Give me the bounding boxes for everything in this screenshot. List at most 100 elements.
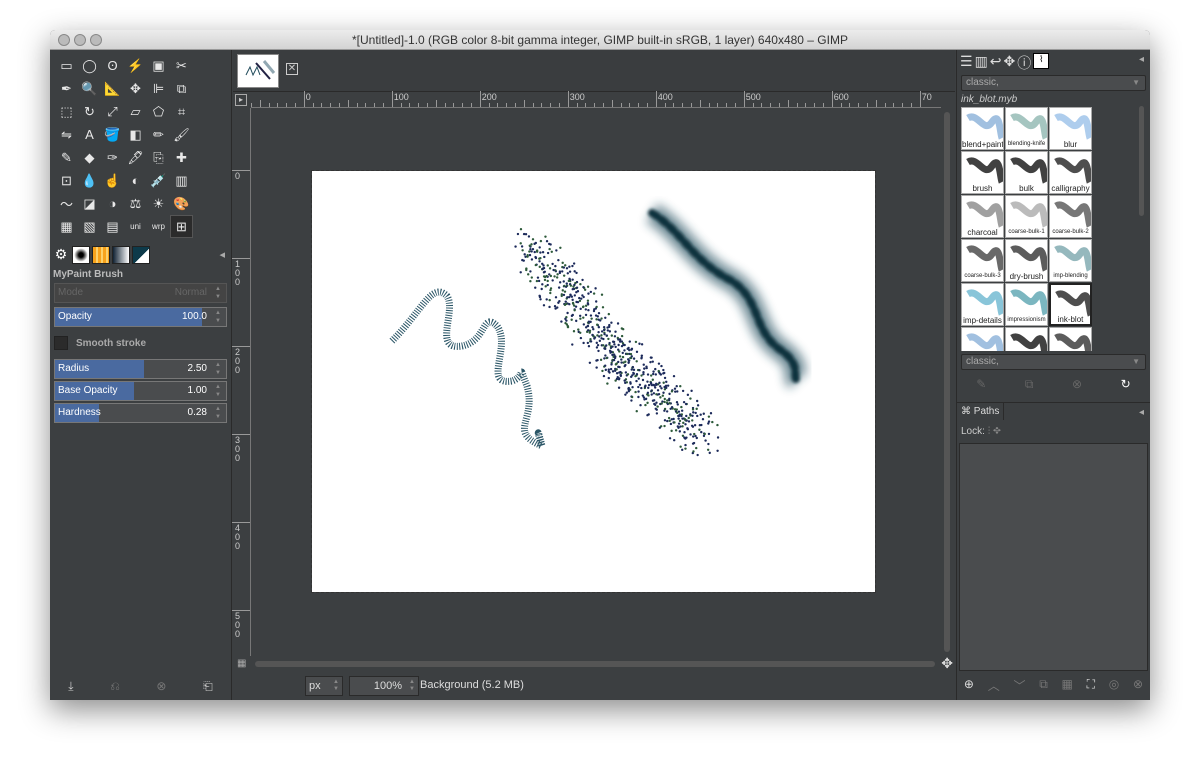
tool-clone-icon[interactable]: ⎘ (147, 146, 170, 169)
raise-path-icon[interactable]: ︿ (988, 677, 1000, 694)
horizontal-scrollbar[interactable] (255, 661, 935, 667)
tab-tool-options[interactable]: ⚙ (52, 246, 70, 264)
canvas-viewport[interactable] (252, 109, 941, 659)
tool-zoom-icon[interactable]: 🔍 (78, 77, 101, 100)
tag-filter-combo[interactable]: classic, ▼ (961, 354, 1146, 370)
close-window-button[interactable] (58, 34, 70, 46)
delete-brush-icon[interactable]: ⊗ (1072, 377, 1082, 392)
tool-ellipse-select-icon[interactable]: ◯ (78, 54, 101, 77)
zoom-window-button[interactable] (90, 34, 102, 46)
tool-color-balance-icon[interactable]: ⚖ (124, 192, 147, 215)
opacity-slider[interactable]: Opacity 100.0 ▲ ▼ (54, 307, 227, 327)
tab-mypaint-brushes-icon[interactable]: ⌇ (1033, 53, 1050, 69)
lower-path-icon[interactable]: ﹀ (1013, 677, 1025, 694)
image-canvas[interactable] (311, 170, 876, 593)
tool-fuzzy-select-icon[interactable]: ⚡ (124, 54, 147, 77)
tool-dodge-burn-icon[interactable]: ◐ (124, 169, 147, 192)
tool-select-by-color-icon[interactable]: ▣ (147, 54, 170, 77)
tool-desaturate-icon[interactable]: ▦ (55, 215, 78, 238)
tool-unified-transform-icon[interactable]: ⬚ (55, 100, 78, 123)
save-options-icon[interactable]: ⤓ (68, 679, 73, 694)
tool-airbrush-icon[interactable]: ◆ (78, 146, 101, 169)
duplicate-path-icon[interactable]: ⧉ (1039, 677, 1048, 694)
tab-colors[interactable] (132, 246, 150, 264)
tool-rect-select-icon[interactable]: ▭ (55, 54, 78, 77)
quick-mask-menu-icon[interactable]: ▸ (235, 94, 247, 106)
brush-imp-blending[interactable]: imp-blending (1049, 239, 1092, 282)
tab-undo-icon[interactable]: ↩ (990, 53, 1002, 69)
tool-crop-icon[interactable]: ⧉ (170, 77, 193, 100)
zoom-select[interactable]: 100% ▲ ▼ (349, 676, 419, 696)
tool-align-icon[interactable]: ⊫ (147, 77, 170, 100)
tool-cage-icon[interactable]: ⌗ (170, 100, 193, 123)
tab-help-icon[interactable]: ⓘ (1017, 53, 1031, 71)
panel-menu-icon[interactable]: ◂ (1139, 54, 1144, 65)
smooth-stroke-checkbox[interactable] (54, 336, 68, 350)
edit-brush-icon[interactable]: ✎ (976, 377, 986, 392)
base-opacity-slider[interactable]: Base Opacity 1.00 ▲ ▼ (54, 381, 227, 401)
refresh-brushes-icon[interactable]: ↻ (1121, 377, 1131, 392)
tool-move-icon[interactable]: ✥ (124, 77, 147, 100)
tool-ink-icon[interactable]: ✑ (101, 146, 124, 169)
brush-calligraphy[interactable]: calligraphy (1049, 151, 1092, 194)
tab-channels-icon[interactable]: ▥ (975, 53, 988, 69)
tool-blur-icon[interactable]: 💧 (78, 169, 101, 192)
tool-text-icon[interactable]: A (78, 123, 101, 146)
tab-paths[interactable]: ⌘ Paths (957, 403, 1005, 420)
brush-coarse-bulk-3[interactable]: coarse-bulk-3 (961, 239, 1004, 282)
delete-path-icon[interactable]: ⊗ (1133, 677, 1143, 694)
brush-blur[interactable]: blur (1049, 107, 1092, 150)
brush-impressionism[interactable]: impressionism (1005, 283, 1048, 326)
tool-heal-icon[interactable]: ✚ (170, 146, 193, 169)
paths-list[interactable] (959, 443, 1148, 671)
tool-bucket-fill-icon[interactable]: 🪣 (101, 123, 124, 146)
restore-options-icon[interactable]: ⎌ (110, 679, 120, 694)
tool-blend-icon[interactable]: ◧ (124, 123, 147, 146)
tool-flip-icon[interactable]: ⇋ (55, 123, 78, 146)
tool-gegl-icon[interactable]: wrp (147, 215, 170, 238)
tool-scale-icon[interactable]: ⤢ (101, 100, 124, 123)
tab-pointer-icon[interactable]: ✥ (1004, 53, 1016, 69)
brush-imp-details[interactable]: imp-details (961, 283, 1004, 326)
tool-hue-sat-icon[interactable]: 🎨 (170, 192, 193, 215)
close-tab-icon[interactable]: ✕ (286, 63, 298, 75)
brush-ink-blot[interactable]: ink-blot (1049, 283, 1092, 326)
tool-threshold-icon[interactable]: ◪ (78, 192, 101, 215)
image-tab-thumbnail[interactable] (237, 54, 279, 88)
tool-paintbrush-icon[interactable]: 🖌 (170, 123, 193, 146)
duplicate-brush-icon[interactable]: ⧉ (1025, 377, 1034, 392)
tool-posterize-icon[interactable]: ▧ (78, 215, 101, 238)
tool-measure-icon[interactable]: 📐 (101, 77, 124, 100)
reset-options-icon[interactable]: ⎗ (203, 679, 213, 694)
panel-menu-icon[interactable]: ◂ (219, 248, 225, 261)
lock-strokes-icon[interactable]: ⫶ (988, 426, 991, 437)
panel-menu-icon[interactable]: ◂ (1139, 407, 1144, 418)
tool-perspective-clone-icon[interactable]: ⊡ (55, 169, 78, 192)
brush-bulk[interactable]: bulk (1005, 151, 1048, 194)
brush-blending-knife[interactable]: blending-knife (1005, 107, 1048, 150)
tab-patterns[interactable] (92, 246, 110, 264)
tool-pencil-icon[interactable]: ✏ (147, 123, 170, 146)
lock-position-icon[interactable]: ✥ (993, 426, 1001, 437)
tab-brushes[interactable] (72, 246, 90, 264)
brush-item[interactable] (961, 327, 1004, 351)
hardness-slider[interactable]: Hardness 0.28 ▲ ▼ (54, 403, 227, 423)
brush-brush[interactable]: brush (961, 151, 1004, 194)
tool-threshold2-icon[interactable]: ⊞ (170, 215, 193, 238)
tool-scissors-icon[interactable]: ✂ (170, 54, 193, 77)
tool-curves-icon[interactable]: 〜 (55, 192, 78, 215)
radius-slider[interactable]: Radius 2.50 ▲ ▼ (54, 359, 227, 379)
tool-shear-icon[interactable]: ▱ (124, 100, 147, 123)
minimize-window-button[interactable] (74, 34, 86, 46)
tool-mypaint-active-icon[interactable]: ▤ (101, 215, 124, 238)
tool-free-select-icon[interactable]: ʘ (101, 54, 124, 77)
tool-color-picker-icon[interactable]: 💉 (147, 169, 170, 192)
tool-rotate-icon[interactable]: ↻ (78, 100, 101, 123)
new-path-icon[interactable]: ⊕ (964, 677, 974, 694)
vertical-scrollbar[interactable] (944, 112, 950, 652)
brush-item[interactable] (1005, 327, 1048, 351)
tab-layers-icon[interactable]: ☰ (960, 53, 973, 69)
path-to-selection-icon[interactable]: ▦ (1062, 677, 1073, 694)
brush-scrollbar[interactable] (1139, 106, 1144, 216)
tool-eraser-icon[interactable]: ✎ (55, 146, 78, 169)
